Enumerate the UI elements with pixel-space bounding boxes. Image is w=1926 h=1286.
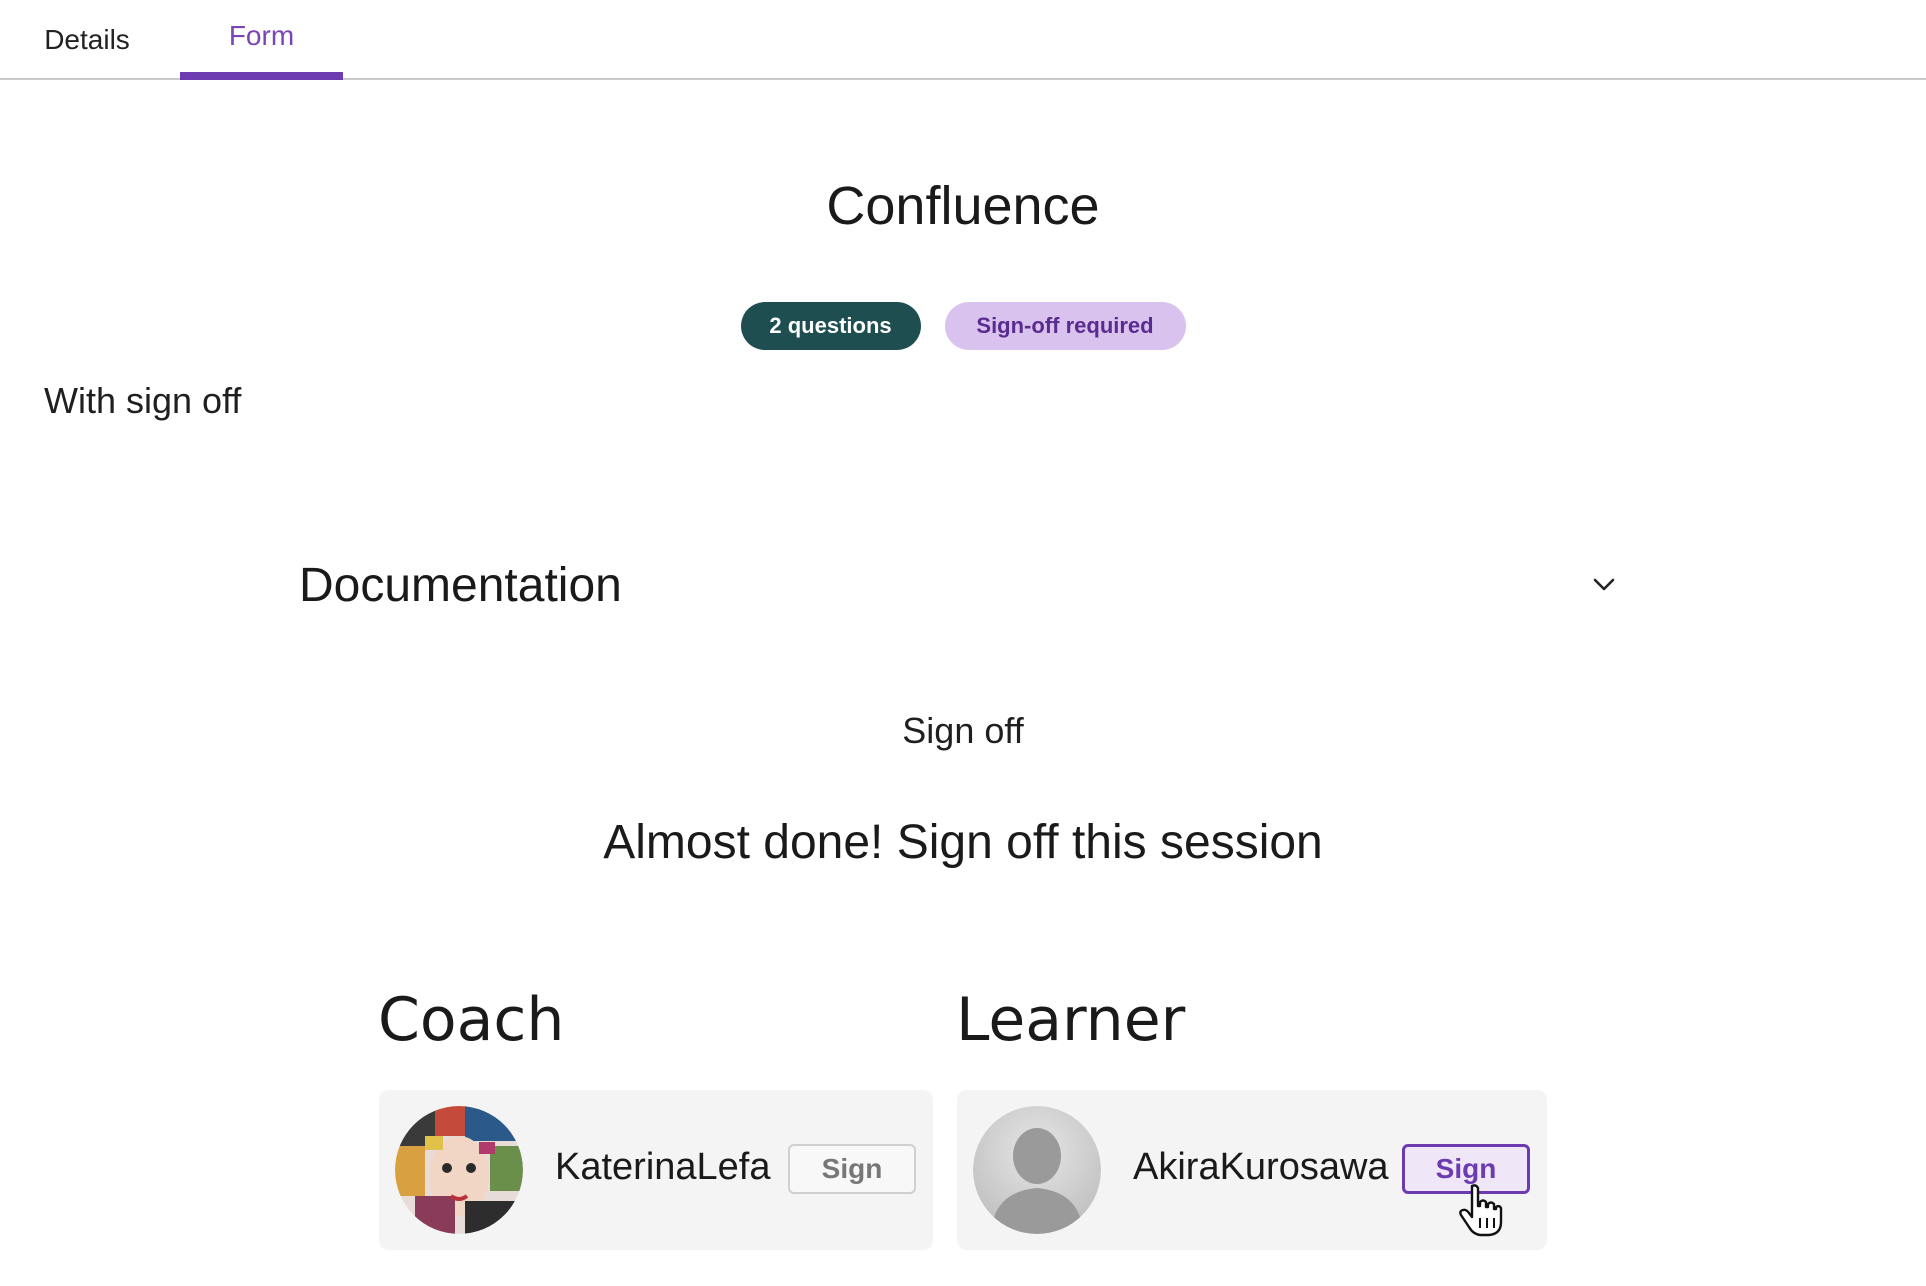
tab-form[interactable]: Form bbox=[180, 0, 343, 80]
tab-details[interactable]: Details bbox=[22, 0, 152, 80]
avatar-placeholder-icon bbox=[973, 1106, 1101, 1234]
coach-name: KaterinaLefa bbox=[555, 1146, 771, 1188]
form-title: Confluence bbox=[826, 176, 1100, 236]
chevron-down-icon[interactable] bbox=[1589, 570, 1619, 600]
section-title: Documentation bbox=[299, 558, 622, 612]
signoff-heading: Almost done! Sign off this session bbox=[603, 816, 1323, 869]
questions-count-badge: 2 questions bbox=[740, 302, 921, 350]
form-description: With sign off bbox=[44, 380, 242, 421]
tab-bar: Details Form bbox=[0, 0, 1926, 80]
documentation-section-header[interactable]: Documentation bbox=[299, 555, 1629, 615]
coach-card: KaterinaLefa Sign bbox=[379, 1090, 933, 1250]
signoff-label: Sign off bbox=[902, 710, 1024, 751]
avatar bbox=[395, 1106, 523, 1234]
learner-name: AkiraKurosawa bbox=[1133, 1146, 1389, 1188]
coach-role-title: Coach bbox=[378, 985, 565, 1055]
hand-cursor-icon bbox=[1459, 1184, 1503, 1237]
signoff-required-badge: Sign-off required bbox=[944, 302, 1186, 350]
coach-sign-button[interactable]: Sign bbox=[788, 1144, 916, 1194]
learner-role-title: Learner bbox=[956, 985, 1186, 1055]
badge-group: 2 questions Sign-off required bbox=[0, 302, 1926, 350]
